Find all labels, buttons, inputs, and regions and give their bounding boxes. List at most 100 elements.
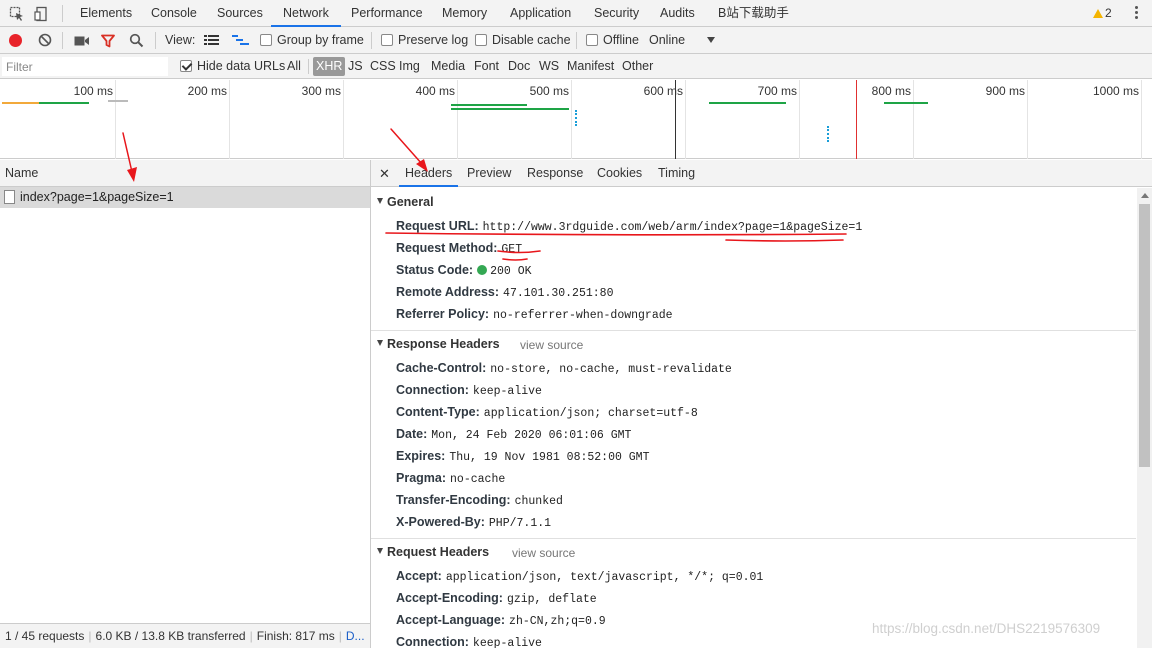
preserve-log-checkbox[interactable] xyxy=(381,34,393,46)
name-column-header[interactable]: Name xyxy=(0,160,370,187)
tab-timing[interactable]: Timing xyxy=(658,160,695,187)
tab-response[interactable]: Response xyxy=(527,160,583,187)
disable-cache-option[interactable]: Disable cache xyxy=(475,27,571,54)
search-button[interactable] xyxy=(129,33,144,51)
filter-type-doc[interactable]: Doc xyxy=(505,57,533,76)
overview-gridline xyxy=(571,80,572,159)
filter-type-media[interactable]: Media xyxy=(428,57,468,76)
request-view-source-link[interactable]: view source xyxy=(512,546,575,560)
record-button[interactable] xyxy=(9,34,22,47)
transferred-size: 6.0 KB / 13.8 KB transferred xyxy=(95,629,246,643)
hide-data-urls-option[interactable]: Hide data URLs xyxy=(180,54,285,79)
response-view-source-link[interactable]: view source xyxy=(520,338,583,352)
header-row: Connection: keep-alive xyxy=(396,635,542,648)
offline-option[interactable]: Offline xyxy=(586,27,639,54)
filter-type-js[interactable]: JS xyxy=(345,57,366,76)
tab-elements[interactable]: Elements xyxy=(80,0,132,27)
tab-sources[interactable]: Sources xyxy=(217,0,263,27)
header-row: Accept-Language: zh-CN,zh;q=0.9 xyxy=(396,613,606,628)
header-key: Connection: xyxy=(396,635,469,648)
header-row: Transfer-Encoding: chunked xyxy=(396,493,563,508)
tab-console[interactable]: Console xyxy=(151,0,197,27)
filter-toggle-button[interactable] xyxy=(101,34,115,51)
filter-type-xhr[interactable]: XHR xyxy=(313,57,346,76)
hide-data-urls-checkbox[interactable] xyxy=(180,60,192,72)
disable-cache-checkbox[interactable] xyxy=(475,34,487,46)
network-overview[interactable]: 100 ms 200 ms 300 ms 400 ms 500 ms 600 m… xyxy=(0,80,1152,159)
toolbar-separator xyxy=(576,32,577,49)
more-options-icon[interactable] xyxy=(1132,5,1140,21)
header-value: PHP/7.1.1 xyxy=(488,517,552,530)
tab-bilibili-downloader[interactable]: B站下载助手 xyxy=(718,0,789,27)
tick-label: 500 ms xyxy=(529,84,569,98)
filter-type-css[interactable]: CSS xyxy=(367,57,399,76)
header-key: Accept-Encoding: xyxy=(396,591,503,605)
filter-type-other[interactable]: Other xyxy=(619,57,656,76)
network-summary-bar: 1 / 45 requests | 6.0 KB / 13.8 KB transfe… xyxy=(0,623,370,648)
request-list-pane: Name index?page=1&pageSize=1 1 / 45 requ… xyxy=(0,160,371,648)
capture-screenshots-button[interactable] xyxy=(74,35,90,50)
response-headers-section-toggle[interactable]: Response Headers xyxy=(377,337,500,351)
header-value: zh-CN,zh;q=0.9 xyxy=(509,615,606,628)
header-key: Remote Address: xyxy=(396,285,500,299)
throttling-select[interactable]: Online xyxy=(649,27,716,54)
overview-toggle[interactable] xyxy=(232,34,249,50)
disable-cache-label: Disable cache xyxy=(492,33,571,47)
tick-label: 1000 ms xyxy=(1092,84,1139,98)
header-value: GET xyxy=(501,243,523,256)
filter-type-ws[interactable]: WS xyxy=(536,57,562,76)
general-section-toggle[interactable]: General xyxy=(377,195,434,209)
filter-type-all[interactable]: All xyxy=(284,57,304,76)
filter-input[interactable] xyxy=(2,57,168,76)
group-by-frame-checkbox[interactable] xyxy=(260,34,272,46)
finish-time: Finish: 817 ms xyxy=(256,629,335,643)
header-row: Connection: keep-alive xyxy=(396,383,542,398)
offline-checkbox[interactable] xyxy=(586,34,598,46)
header-value: no-store, no-cache, must-revalidate xyxy=(490,363,732,376)
filter-bar: Hide data URLs All XHR JS CSS Img Media … xyxy=(0,54,1152,79)
tab-audits[interactable]: Audits xyxy=(660,0,695,27)
close-icon[interactable]: ✕ xyxy=(379,160,390,187)
filter-type-manifest[interactable]: Manifest xyxy=(564,57,617,76)
tick-label: 600 ms xyxy=(643,84,683,98)
scroll-up-icon[interactable] xyxy=(1141,193,1149,198)
table-row[interactable]: index?page=1&pageSize=1 xyxy=(0,187,370,208)
header-row: Request Method: GET xyxy=(396,241,522,256)
tab-security[interactable]: Security xyxy=(594,0,639,27)
tab-headers[interactable]: Headers xyxy=(399,160,459,187)
toolbar-separator xyxy=(155,32,156,49)
warnings-counter[interactable]: 2 xyxy=(1093,0,1112,27)
preserve-log-option[interactable]: Preserve log xyxy=(381,27,468,54)
header-key: Pragma: xyxy=(396,471,447,485)
waterfall-icon xyxy=(232,35,249,45)
tab-memory[interactable]: Memory xyxy=(442,0,487,27)
header-value: chunked xyxy=(514,495,563,508)
header-key: Transfer-Encoding: xyxy=(396,493,511,507)
filter-type-font[interactable]: Font xyxy=(471,57,502,76)
device-toolbar-icon[interactable] xyxy=(34,6,50,22)
tab-cookies[interactable]: Cookies xyxy=(597,160,642,187)
filter-type-img[interactable]: Img xyxy=(396,57,423,76)
warning-icon xyxy=(1093,9,1103,18)
large-rows-toggle[interactable] xyxy=(204,34,219,50)
throttling-value: Online xyxy=(649,33,686,47)
tab-application[interactable]: Application xyxy=(510,0,571,27)
group-by-frame-option[interactable]: Group by frame xyxy=(260,27,364,54)
header-row: X-Powered-By: PHP/7.1.1 xyxy=(396,515,551,530)
header-key: Cache-Control: xyxy=(396,361,487,375)
tab-preview[interactable]: Preview xyxy=(467,160,511,187)
tab-network[interactable]: Network xyxy=(271,0,341,27)
tab-performance[interactable]: Performance xyxy=(351,0,423,27)
headers-scrollbar[interactable] xyxy=(1137,188,1152,648)
header-key: Request URL: xyxy=(396,219,479,233)
triangle-down-icon xyxy=(377,340,383,346)
status-ok-icon xyxy=(477,265,488,275)
inspect-element-icon[interactable] xyxy=(9,6,25,22)
clear-button[interactable] xyxy=(38,33,52,50)
scrollbar-thumb[interactable] xyxy=(1139,204,1150,467)
search-icon xyxy=(129,33,144,48)
clear-icon xyxy=(38,33,52,47)
group-by-frame-label: Group by frame xyxy=(277,33,364,47)
request-headers-section-toggle[interactable]: Request Headers xyxy=(377,545,489,559)
tick-label: 100 ms xyxy=(73,84,113,98)
